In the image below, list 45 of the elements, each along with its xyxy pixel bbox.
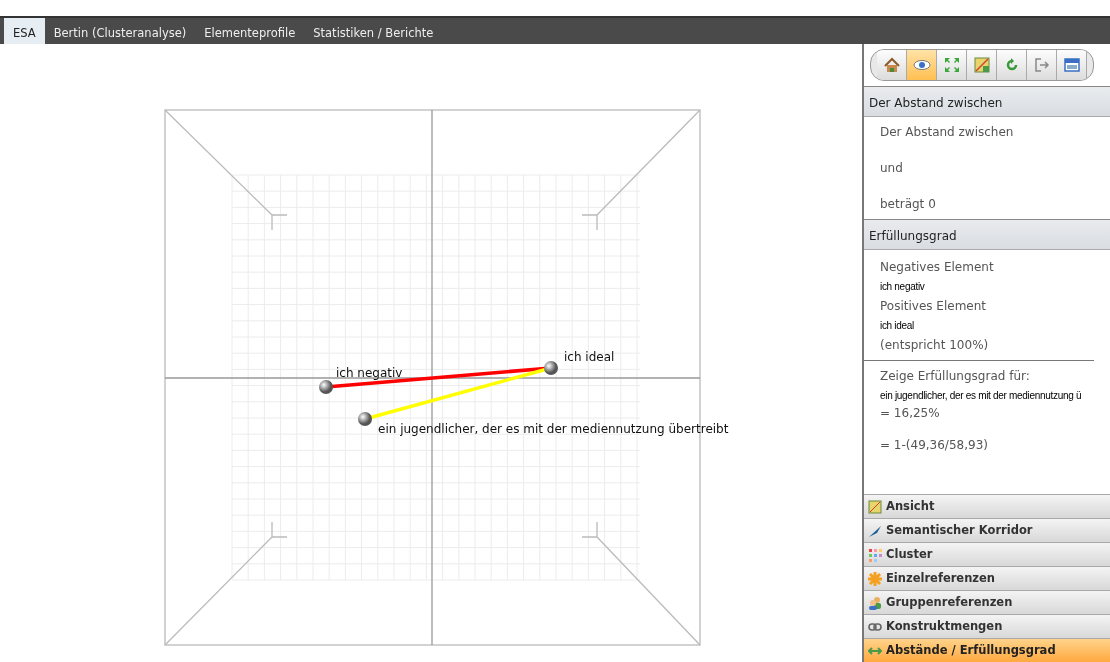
star-burst-icon	[868, 571, 882, 586]
field-label: Zeige Erfüllungsgrad für:	[880, 368, 1031, 385]
map-icon	[971, 55, 992, 75]
info-text: Der Abstand zwischen	[880, 124, 1015, 141]
accordion-header[interactable]: Semantischer Korridor	[864, 518, 1110, 542]
field-label: Negatives Element	[880, 259, 995, 276]
accordion-header[interactable]: Abstände / Erfüllungsgrad	[864, 638, 1110, 662]
panel-header: Erfüllungsgrad	[864, 219, 1110, 250]
view-icon	[868, 499, 882, 514]
toolbar-button[interactable]	[1027, 50, 1057, 80]
toolbar-button[interactable]	[967, 50, 997, 80]
point-label: ein jugendlicher, der es mit der mediennutzung übertreibt	[378, 421, 729, 438]
point-marker	[358, 412, 372, 426]
tab[interactable]: Statistiken / Berichte	[304, 18, 443, 44]
info-text: und	[880, 160, 904, 177]
dots-grid-icon	[868, 547, 882, 562]
point-marker	[544, 361, 558, 375]
toolbar-button[interactable]	[1057, 50, 1087, 80]
toolbar-button[interactable]	[937, 50, 967, 80]
field-label: Positives Element	[880, 298, 987, 315]
toolbar-button[interactable]	[907, 50, 937, 80]
accordion-header[interactable]: Konstruktmengen	[864, 614, 1110, 638]
people-icon	[868, 595, 882, 610]
point-marker	[319, 380, 333, 394]
tab[interactable]: ESA	[4, 18, 45, 44]
field-value: ich ideal	[880, 319, 914, 332]
accordion-header[interactable]: Einzelreferenzen	[864, 566, 1110, 590]
field-value: ein jugendlicher, der es mit der mediennutzung ü	[880, 389, 1082, 402]
point-label: ich ideal	[564, 349, 615, 366]
accordion-header[interactable]: Ansicht	[864, 494, 1110, 518]
result-text: = 16,25%	[880, 405, 941, 422]
toolbar-button[interactable]	[877, 50, 907, 80]
point-label: ich negativ	[336, 365, 403, 382]
info-text: (entspricht 100%)	[880, 337, 990, 354]
info-text: beträgt 0	[880, 196, 937, 213]
tab[interactable]: Bertin (Clusteranalyse)	[44, 18, 196, 44]
toolbar-button[interactable]	[997, 50, 1027, 80]
tab[interactable]: Elementeprofile	[195, 18, 305, 44]
window-icon	[1061, 55, 1082, 75]
accordion-header[interactable]: Cluster	[864, 542, 1110, 566]
field-value: ich negativ	[880, 280, 925, 293]
pen-nib-icon	[868, 523, 882, 538]
formula-text: = 1-(49,36/58,93)	[880, 437, 989, 454]
accordion-header[interactable]: Gruppenreferenzen	[864, 590, 1110, 614]
panel-header: Der Abstand zwischen	[864, 86, 1110, 117]
